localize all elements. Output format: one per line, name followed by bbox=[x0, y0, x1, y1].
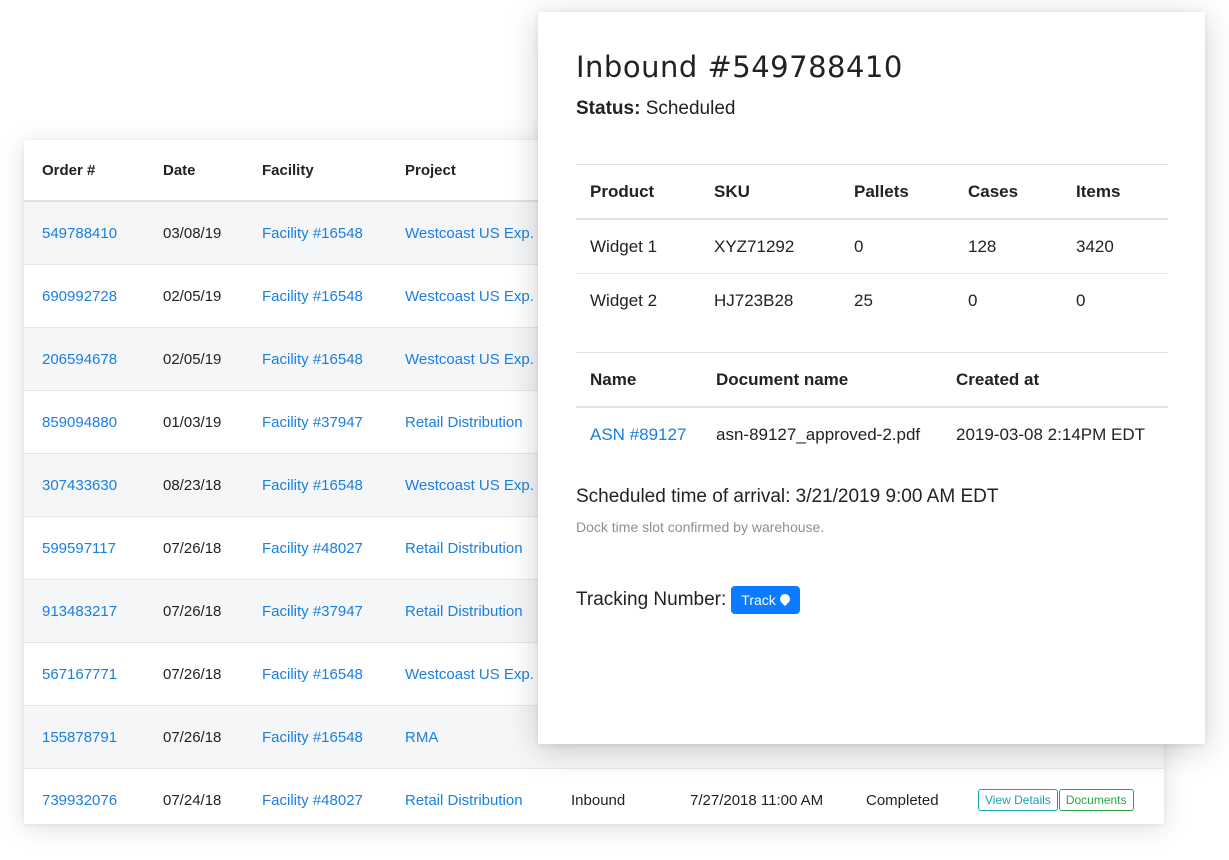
inbound-detail-modal: Inbound #549788410 Status: Scheduled Pro… bbox=[538, 12, 1205, 744]
order-actions: View Details Documents bbox=[978, 768, 1164, 831]
track-button-label: Track bbox=[741, 592, 776, 608]
col-header-sku: SKU bbox=[700, 165, 840, 220]
project-link[interactable]: Westcoast US Exp. bbox=[405, 477, 534, 494]
document-created-at: 2019-03-08 2:14PM EDT bbox=[942, 406, 1168, 461]
order-link[interactable]: 549788410 bbox=[42, 225, 117, 242]
product-row: Widget 1 XYZ71292 0 128 3420 bbox=[576, 218, 1168, 274]
order-eta: 7/27/2018 11:00 AM bbox=[690, 768, 866, 831]
facility-link[interactable]: Facility #16548 bbox=[262, 477, 363, 494]
documents-table: Name Document name Created at ASN #89127… bbox=[576, 353, 1168, 461]
product-items: 3420 bbox=[1062, 218, 1168, 274]
product-pallets: 25 bbox=[840, 273, 954, 327]
order-date: 01/03/19 bbox=[163, 390, 262, 454]
order-date: 03/08/19 bbox=[163, 200, 262, 265]
status-value: Scheduled bbox=[645, 98, 736, 119]
facility-link[interactable]: Facility #16548 bbox=[262, 351, 363, 368]
tracking-label: Tracking Number: bbox=[576, 589, 727, 610]
facility-link[interactable]: Facility #48027 bbox=[262, 792, 363, 809]
document-row: ASN #89127 asn-89127_approved-2.pdf 2019… bbox=[576, 406, 1168, 461]
project-link[interactable]: Retail Distribution bbox=[405, 540, 523, 557]
col-header-items: Items bbox=[1062, 165, 1168, 220]
project-link[interactable]: Retail Distribution bbox=[405, 414, 523, 431]
product-sku: HJ723B28 bbox=[700, 273, 840, 327]
facility-link[interactable]: Facility #16548 bbox=[262, 288, 363, 305]
project-link[interactable]: Westcoast US Exp. bbox=[405, 666, 534, 683]
track-button[interactable]: Track bbox=[731, 586, 800, 614]
order-status: Completed bbox=[866, 768, 978, 831]
facility-link[interactable]: Facility #48027 bbox=[262, 540, 363, 557]
order-date: 02/05/19 bbox=[163, 327, 262, 391]
facility-link[interactable]: Facility #16548 bbox=[262, 225, 363, 242]
document-filename: asn-89127_approved-2.pdf bbox=[702, 406, 942, 461]
project-link[interactable]: Retail Distribution bbox=[405, 792, 523, 809]
status-label: Status: bbox=[576, 98, 641, 119]
documents-header-row: Name Document name Created at bbox=[576, 353, 1168, 408]
order-link[interactable]: 690992728 bbox=[42, 288, 117, 305]
col-header-facility[interactable]: Facility bbox=[262, 140, 405, 202]
order-link[interactable]: 307433630 bbox=[42, 477, 117, 494]
product-cases: 128 bbox=[954, 218, 1062, 274]
product-name: Widget 2 bbox=[576, 273, 700, 327]
col-header-cases: Cases bbox=[954, 165, 1062, 220]
view-details-button[interactable]: View Details bbox=[978, 789, 1058, 811]
products-header-row: Product SKU Pallets Cases Items bbox=[576, 165, 1168, 220]
col-header-created-at: Created at bbox=[942, 353, 1168, 408]
product-pallets: 0 bbox=[840, 218, 954, 274]
products-table: Product SKU Pallets Cases Items Widget 1… bbox=[576, 165, 1168, 327]
status-line: Status: Scheduled bbox=[576, 98, 735, 120]
scheduled-arrival: Scheduled time of arrival: 3/21/2019 9:0… bbox=[576, 486, 999, 507]
modal-title: Inbound #549788410 bbox=[576, 50, 903, 84]
col-header-date[interactable]: Date bbox=[163, 140, 262, 202]
facility-link[interactable]: Facility #16548 bbox=[262, 666, 363, 683]
project-link[interactable]: Westcoast US Exp. bbox=[405, 351, 534, 368]
order-link[interactable]: 599597117 bbox=[42, 540, 116, 557]
tracking-row: Tracking Number: Track bbox=[576, 586, 800, 614]
order-type: Inbound bbox=[571, 768, 690, 831]
project-link[interactable]: RMA bbox=[405, 729, 438, 746]
order-link[interactable]: 859094880 bbox=[42, 414, 117, 431]
product-row: Widget 2 HJ723B28 25 0 0 bbox=[576, 273, 1168, 327]
order-date: 08/23/18 bbox=[163, 453, 262, 517]
facility-link[interactable]: Facility #16548 bbox=[262, 729, 363, 746]
product-sku: XYZ71292 bbox=[700, 218, 840, 274]
col-header-name: Name bbox=[576, 353, 702, 408]
order-link[interactable]: 913483217 bbox=[42, 603, 117, 620]
facility-link[interactable]: Facility #37947 bbox=[262, 414, 363, 431]
order-date: 07/26/18 bbox=[163, 642, 262, 706]
project-link[interactable]: Westcoast US Exp. bbox=[405, 225, 534, 242]
order-date: 07/26/18 bbox=[163, 705, 262, 769]
product-name: Widget 1 bbox=[576, 218, 700, 274]
project-link[interactable]: Westcoast US Exp. bbox=[405, 288, 534, 305]
product-cases: 0 bbox=[954, 273, 1062, 327]
order-link[interactable]: 155878791 bbox=[42, 729, 117, 746]
col-header-product: Product bbox=[576, 165, 700, 220]
order-date: 07/26/18 bbox=[163, 516, 262, 580]
col-header-order[interactable]: Order # bbox=[24, 140, 163, 202]
product-items: 0 bbox=[1062, 273, 1168, 327]
col-header-document-name: Document name bbox=[702, 353, 942, 408]
project-link[interactable]: Retail Distribution bbox=[405, 603, 523, 620]
order-link[interactable]: 206594678 bbox=[42, 351, 117, 368]
order-date: 07/24/18 bbox=[163, 768, 262, 831]
asn-link[interactable]: ASN #89127 bbox=[590, 425, 686, 444]
facility-link[interactable]: Facility #37947 bbox=[262, 603, 363, 620]
order-date: 07/26/18 bbox=[163, 579, 262, 643]
order-date: 02/05/19 bbox=[163, 264, 262, 328]
arrival-note: Dock time slot confirmed by warehouse. bbox=[576, 519, 825, 535]
order-link[interactable]: 739932076 bbox=[42, 792, 117, 809]
map-pin-icon bbox=[777, 591, 792, 607]
order-link[interactable]: 567167771 bbox=[42, 666, 117, 683]
table-row[interactable]: 739932076 07/24/18 Facility #48027 Retai… bbox=[24, 768, 1164, 831]
documents-button[interactable]: Documents bbox=[1058, 789, 1134, 811]
col-header-pallets: Pallets bbox=[840, 165, 954, 220]
